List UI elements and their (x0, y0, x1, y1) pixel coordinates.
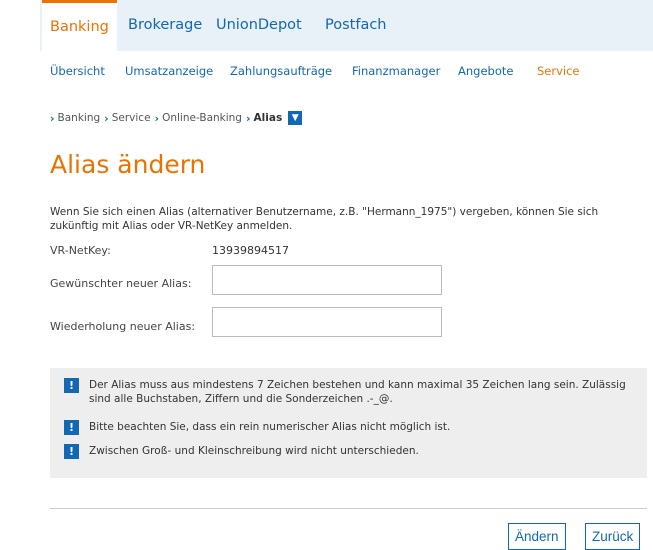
chevron-right-icon: › (154, 111, 160, 125)
info-item: ! Der Alias muss aus mindestens 7 Zeiche… (64, 378, 639, 406)
exclamation-icon: ! (64, 378, 79, 393)
netkey-value: 13939894517 (212, 244, 289, 257)
chevron-right-icon: › (245, 111, 251, 125)
tab-uniondepot[interactable]: UnionDepot (216, 0, 302, 51)
info-item: ! Zwischen Groß- und Kleinschreibung wir… (64, 444, 639, 459)
change-button[interactable]: Ändern (508, 523, 566, 550)
chevron-right-icon: › (50, 111, 55, 125)
breadcrumb-item-alias: Alias (253, 112, 283, 124)
repeat-alias-label: Wiederholung neuer Alias: (50, 320, 196, 333)
chevron-right-icon: › (104, 111, 109, 125)
info-box: ! Der Alias muss aus mindestens 7 Zeiche… (50, 368, 647, 478)
new-alias-label: Gewünschter neuer Alias: (50, 277, 192, 290)
subnav-item-service[interactable]: Service (537, 64, 580, 78)
chevron-down-icon[interactable]: ▼ (288, 111, 303, 125)
subnav-item-angebote[interactable]: Angebote (458, 64, 513, 78)
subnav-item-finanzmanager[interactable]: Finanzmanager (352, 64, 440, 78)
tab-banking[interactable]: Banking (42, 0, 117, 51)
tab-brokerage[interactable]: Brokerage (128, 0, 202, 51)
divider (50, 508, 647, 509)
tab-postfach[interactable]: Postfach (325, 0, 387, 51)
exclamation-icon: ! (64, 444, 79, 459)
sub-navigation: Übersicht Umsatzanzeige Zahlungsaufträge… (50, 60, 650, 86)
breadcrumb-item-service[interactable]: Service (112, 112, 151, 124)
top-navigation: Banking Brokerage UnionDepot Postfach (40, 0, 653, 51)
netkey-label: VR-NetKey: (50, 244, 111, 257)
info-item: ! Bitte beachten Sie, dass ein rein nume… (64, 420, 639, 435)
repeat-alias-input[interactable] (212, 307, 442, 337)
exclamation-icon: ! (64, 420, 79, 435)
new-alias-input[interactable] (212, 265, 442, 295)
breadcrumb-item-banking[interactable]: Banking (58, 112, 101, 124)
subnav-item-zahlungsauftraege[interactable]: Zahlungsaufträge (230, 64, 332, 78)
page-title: Alias ändern (50, 150, 206, 179)
breadcrumb-item-online-banking[interactable]: Online-Banking (162, 112, 242, 124)
subnav-item-uebersicht[interactable]: Übersicht (50, 64, 105, 78)
subnav-item-umsatzanzeige[interactable]: Umsatzanzeige (125, 64, 213, 78)
back-button[interactable]: Zurück (585, 523, 641, 550)
breadcrumb: › Banking › Service › Online-Banking › A… (50, 110, 303, 126)
intro-text: Wenn Sie sich einen Alias (alternativer … (50, 206, 599, 232)
